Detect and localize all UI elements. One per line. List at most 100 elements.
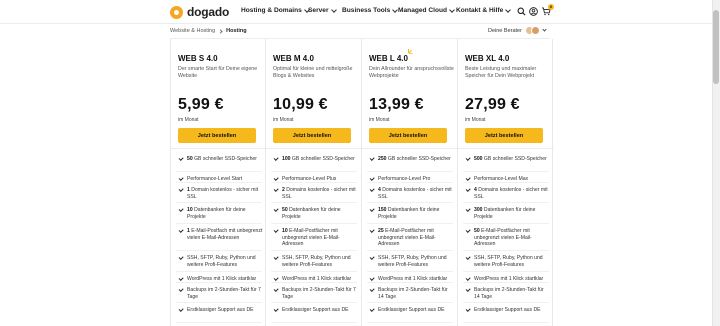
feature-item: 10 E-Mail-Postfächer mit unbegrenzt viel… — [273, 227, 358, 248]
dogado-logo[interactable]: dogado — [170, 5, 229, 19]
nav-label: Business Tools — [342, 7, 391, 14]
divider — [463, 171, 549, 172]
feature-text: Backups im 2-Stunden-Takt für 14 Tage — [474, 287, 544, 300]
divider — [463, 223, 549, 224]
checkmark-icon — [369, 186, 375, 192]
page-scrollbar[interactable] — [712, 0, 720, 326]
nav-kontakt-hilfe[interactable]: Kontakt & Hilfe — [456, 6, 512, 14]
checkmark-icon — [465, 206, 471, 212]
order-button[interactable]: Jetzt bestellen — [273, 128, 351, 143]
plan-price: 27,99 € — [465, 96, 520, 113]
feature-text: SSH, SFTP, Ruby, Python und weitere Prof… — [474, 255, 543, 268]
feature-item: 25 E-Mail-Postfächer mit unbegrenzt viel… — [369, 227, 454, 248]
logo-text: dogado — [187, 5, 230, 19]
feature-item: 4 Domains kostenlos - sicher mit SSL — [369, 186, 454, 200]
feature-text: 300 Datenbanken für deine Projekte — [474, 207, 536, 220]
feature-value: 50 — [282, 207, 288, 213]
divider — [463, 202, 549, 203]
divider — [367, 282, 453, 283]
nav-server[interactable]: Server — [308, 6, 337, 14]
checkmark-icon — [369, 227, 375, 233]
plan-price: 10,99 € — [273, 96, 328, 113]
feature-item: 250 GB schneller SSD-Speicher — [369, 155, 454, 163]
divider — [463, 271, 549, 272]
divider — [367, 182, 453, 183]
checkmark-icon — [369, 155, 375, 161]
feature-item: Backups im 2-Stunden-Takt für 14 Tage — [369, 286, 454, 300]
divider — [176, 202, 262, 203]
divider — [271, 250, 357, 251]
feature-value: 50 — [474, 228, 480, 234]
feature-item: Erstklassiger Support aus DE — [465, 306, 550, 314]
breadcrumb-item-website-hosting[interactable]: Website & Hosting — [170, 28, 215, 34]
order-button[interactable]: Jetzt bestellen — [369, 128, 447, 143]
feature-item: Backups im 2-Stunden-Takt für 7 Tage — [273, 286, 358, 300]
nav-hosting-domains[interactable]: Hosting & Domains — [241, 6, 310, 14]
plan-period: im Monat — [465, 117, 486, 123]
divider — [367, 322, 453, 323]
divider — [271, 302, 357, 303]
feature-item: 50 E-Mail-Postfächer mit unbegrenzt viel… — [465, 227, 550, 248]
divider — [271, 322, 357, 323]
feature-value: 25 — [378, 228, 384, 234]
feature-item: Backups im 2-Stunden-Takt für 14 Tage — [465, 286, 550, 300]
divider — [463, 250, 549, 251]
checkmark-icon — [465, 306, 471, 312]
plan-card-web-l: WEB L 4.0 Dein Allrounder für anspruchsv… — [361, 39, 458, 326]
divider — [463, 182, 549, 183]
feature-item: SSH, SFTP, Ruby, Python und weitere Prof… — [178, 254, 263, 268]
nav-managed-cloud[interactable]: Managed Cloud — [398, 6, 455, 14]
plan-card-web-xl: WEB XL 4.0 Beste Leistung und maximaler … — [457, 39, 554, 326]
order-button[interactable]: Jetzt bestellen — [465, 128, 543, 143]
feature-value: 4 — [474, 187, 477, 193]
divider — [367, 271, 453, 272]
plan-name: WEB S 4.0 — [178, 54, 218, 63]
chevron-down-icon — [449, 6, 455, 13]
feature-text: 10 E-Mail-Postfächer mit unbegrenzt viel… — [282, 228, 340, 248]
feature-text: 1 E-Mail-Postfach mit unbegrenzt vielen … — [187, 228, 263, 241]
checkmark-icon — [273, 275, 279, 281]
divider — [463, 282, 549, 283]
nav-business-tools[interactable]: Business Tools — [342, 6, 399, 14]
feature-text: Erstklassiger Support aus DE — [474, 307, 541, 313]
nav-label: Server — [308, 7, 329, 14]
feature-value: 300 — [474, 207, 483, 213]
feature-item: Erstklassiger Support aus DE — [178, 306, 263, 314]
checkmark-icon — [178, 306, 184, 312]
account-icon[interactable] — [529, 7, 538, 16]
checkmark-icon — [178, 275, 184, 281]
feature-value: 10 — [187, 207, 193, 213]
checkmark-icon — [178, 286, 184, 292]
plan-subtitle: Optimal für kleine und mittelgroße Blogs… — [273, 66, 353, 80]
feature-text: 25 E-Mail-Postfächer mit unbegrenzt viel… — [378, 228, 436, 248]
feature-text: 2 Domains kostenlos - sicher mit SSL — [282, 187, 356, 200]
checkmark-icon — [369, 254, 375, 260]
checkmark-icon — [178, 175, 184, 181]
search-icon[interactable] — [517, 7, 526, 16]
feature-value: 1 — [187, 187, 190, 193]
plan-name: WEB L 4.0 — [369, 54, 408, 63]
nav-label: Hosting & Domains — [241, 7, 302, 14]
divider — [367, 302, 453, 303]
feature-item: 4 Domains kostenlos - sicher mit SSL — [465, 186, 550, 200]
checkmark-icon — [369, 286, 375, 292]
order-button[interactable]: Jetzt bestellen — [178, 128, 256, 143]
feature-value: 4 — [378, 187, 381, 193]
advisor-dropdown[interactable]: Deine Berater — [488, 26, 547, 35]
feature-text: 150 Datenbanken für deine Projekte — [378, 207, 440, 220]
nav-label: Managed Cloud — [398, 7, 448, 14]
chevron-down-icon — [505, 6, 512, 13]
feature-text: SSH, SFTP, Ruby, Python und weitere Prof… — [378, 255, 447, 268]
feature-text: 50 GB schneller SSD-Speicher — [187, 156, 257, 162]
divider — [271, 182, 357, 183]
checkmark-icon — [178, 155, 184, 161]
divider — [176, 322, 262, 323]
scrollbar-thumb[interactable] — [713, 10, 719, 84]
logo-mark-icon — [170, 5, 183, 19]
plan-price: 13,99 € — [369, 96, 424, 113]
checkmark-icon — [178, 227, 184, 233]
sparkle-icon — [404, 49, 413, 58]
divider — [463, 302, 549, 303]
checkmark-icon — [465, 155, 471, 161]
breadcrumb-item-hosting: Hosting — [226, 28, 247, 34]
